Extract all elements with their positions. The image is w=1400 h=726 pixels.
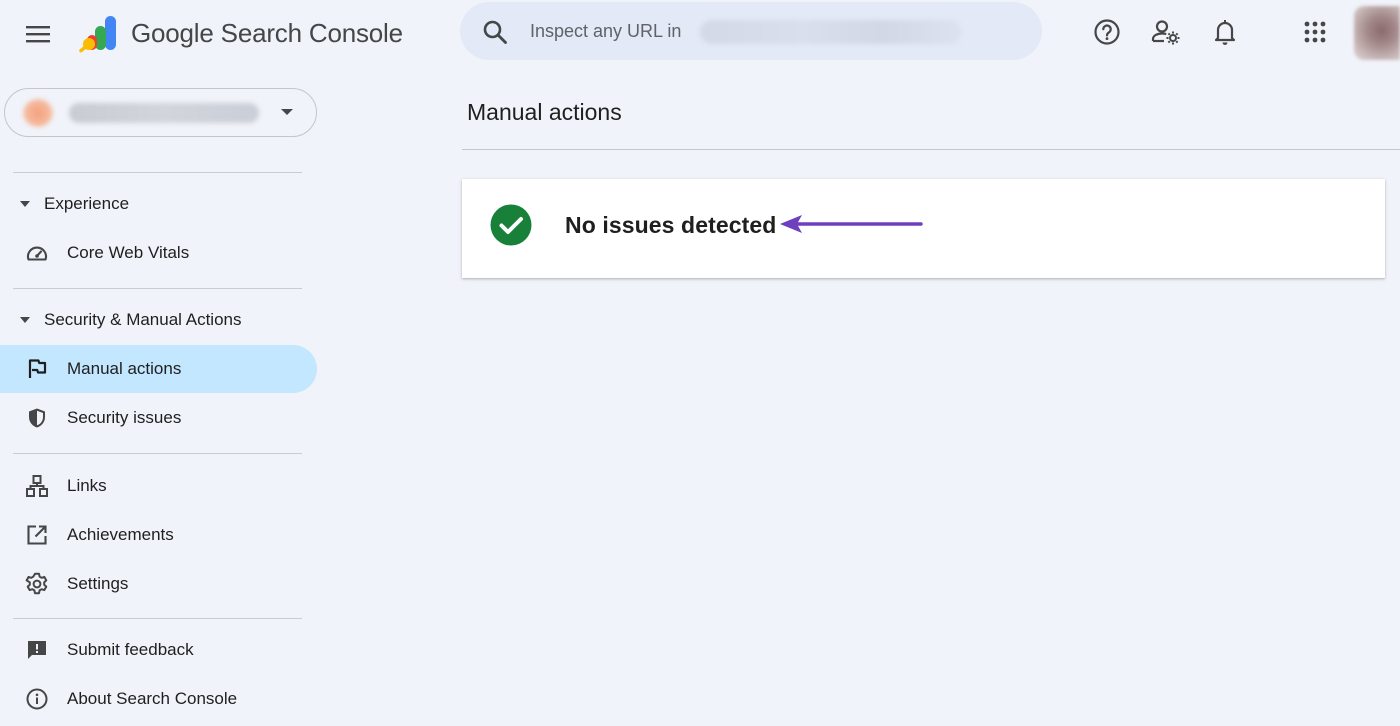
manage-users-icon — [1151, 20, 1180, 45]
sidebar-item-label: About Search Console — [67, 689, 238, 708]
section-label: Security & Manual Actions — [44, 310, 242, 329]
account-avatar[interactable] — [1354, 6, 1400, 60]
sidebar-item-label: Core Web Vitals — [67, 243, 190, 262]
url-inspection-search[interactable]: Inspect any URL in — [460, 2, 1042, 60]
apps-grid-icon — [1304, 21, 1326, 43]
google-apps-button[interactable] — [1295, 12, 1335, 52]
top-app-bar: Google Search Console Inspect any URL in — [0, 0, 1400, 70]
product-title[interactable]: Google Search Console — [131, 18, 403, 49]
redacted-property-name — [69, 103, 259, 123]
gear-icon — [25, 572, 48, 595]
product-brand: Google — [131, 18, 214, 48]
help-button[interactable] — [1087, 12, 1127, 52]
sitemap-icon — [26, 475, 48, 497]
open-in-new-icon — [27, 525, 47, 545]
sidebar-item-manual-actions[interactable]: Manual actions — [0, 345, 317, 393]
annotation-arrow-icon — [780, 215, 923, 233]
sidebar-item-label: Manual actions — [67, 359, 182, 378]
section-security-manual-actions[interactable]: Security & Manual Actions — [18, 306, 241, 334]
sidebar-item-label: Security issues — [67, 408, 182, 427]
sidebar-item-submit-feedback[interactable]: Submit feedback — [0, 626, 317, 674]
sidebar-divider — [13, 172, 302, 173]
manage-users-button[interactable] — [1146, 12, 1186, 52]
property-favicon — [23, 99, 53, 127]
caret-down-icon — [20, 317, 30, 323]
gauge-icon — [26, 246, 48, 261]
section-label: Experience — [44, 194, 130, 213]
search-input-placeholder: Inspect any URL in — [530, 21, 682, 41]
sidebar-item-settings[interactable]: Settings — [0, 560, 317, 608]
shield-icon — [29, 408, 45, 428]
property-selector[interactable] — [4, 88, 317, 137]
title-divider — [462, 149, 1400, 150]
sidebar-divider — [13, 288, 302, 289]
section-experience[interactable]: Experience — [18, 190, 129, 218]
sidebar-item-achievements[interactable]: Achievements — [0, 511, 317, 559]
sidebar-item-label: Achievements — [67, 525, 174, 544]
check-circle-icon — [490, 204, 532, 246]
chevron-down-icon — [281, 109, 293, 115]
sidebar-divider — [13, 453, 302, 454]
flag-icon — [28, 359, 47, 378]
search-icon — [483, 20, 507, 44]
product-name: Search Console — [220, 18, 403, 48]
notifications-icon — [1214, 20, 1236, 45]
info-icon — [26, 688, 48, 710]
sidebar-item-about-search-console[interactable]: About Search Console — [0, 675, 317, 723]
sidebar-item-security-issues[interactable]: Security issues — [0, 394, 317, 442]
redacted-property-url — [700, 20, 962, 44]
help-icon — [1094, 19, 1120, 45]
main-menu-button[interactable] — [18, 14, 58, 54]
sidebar-item-label: Links — [67, 476, 107, 495]
sidebar-item-links[interactable]: Links — [0, 462, 317, 510]
sidebar-item-label: Submit feedback — [67, 640, 194, 659]
caret-down-icon — [20, 201, 30, 207]
page-title: Manual actions — [467, 99, 622, 125]
notifications-button[interactable] — [1205, 12, 1245, 52]
status-text: No issues detected — [565, 212, 777, 238]
search-console-logo-icon[interactable] — [78, 14, 120, 54]
sidebar-divider — [13, 618, 302, 619]
sidebar-item-core-web-vitals[interactable]: Core Web Vitals — [0, 229, 317, 277]
sidebar-item-label: Settings — [67, 574, 129, 593]
menu-icon — [26, 26, 50, 43]
manual-actions-status-card: No issues detected — [462, 179, 1385, 278]
feedback-icon — [28, 641, 46, 659]
